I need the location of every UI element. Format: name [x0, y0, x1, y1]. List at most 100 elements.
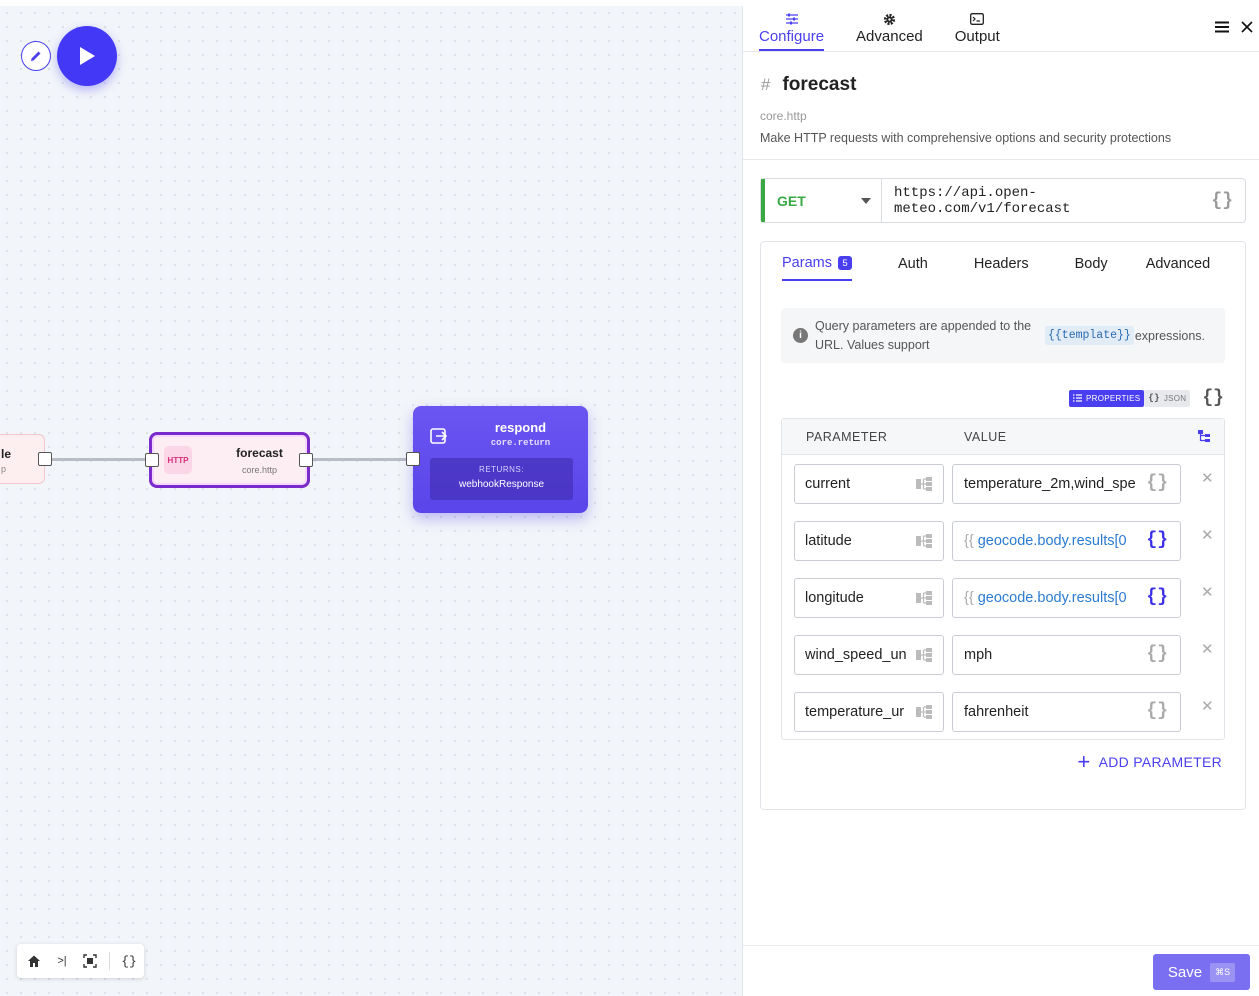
parameter-name-input[interactable]: latitude — [794, 521, 944, 561]
mode-label: PROPERTIES — [1086, 393, 1141, 403]
node-respond[interactable]: respond core.return RETURNS: webhookResp… — [413, 406, 588, 513]
tree-select-icon[interactable] — [916, 591, 932, 609]
parameter-name-input[interactable]: temperature_ur — [794, 692, 944, 732]
tree-select-icon[interactable] — [916, 648, 932, 666]
remove-parameter-icon[interactable]: ✕ — [1201, 697, 1214, 715]
parameter-value: fahrenheit — [964, 704, 1140, 720]
remove-parameter-icon[interactable]: ✕ — [1201, 640, 1214, 658]
tab-configure[interactable]: Configure — [759, 10, 825, 51]
save-button[interactable]: Save ⌘S — [1153, 954, 1250, 990]
http-badge: HTTP — [164, 446, 192, 474]
parameter-value: temperature_2m,wind_spe — [964, 476, 1140, 492]
tab-advanced-request[interactable]: Advanced — [1146, 255, 1211, 281]
node-forecast[interactable]: HTTP forecast core.http — [149, 432, 310, 488]
workflow-canvas[interactable]: le p HTTP forecast core.http respond cor… — [0, 6, 742, 996]
collapse-icon[interactable]: >| — [53, 952, 71, 970]
braces-icon[interactable]: {} — [1202, 388, 1224, 408]
params-table: PARAMETER VALUE current temperature_2m,wi… — [781, 418, 1225, 740]
parameter-value-input[interactable]: temperature_2m,wind_spe {} — [952, 464, 1181, 504]
braces-icon: {} — [1148, 393, 1160, 403]
edit-button[interactable] — [21, 41, 51, 71]
tree-select-icon[interactable] — [916, 705, 932, 723]
hash-icon: # — [761, 75, 771, 94]
info-text-suffix: expressions. — [1134, 328, 1206, 343]
panel-actions — [1215, 20, 1253, 38]
parameter-name-value: longitude — [805, 590, 864, 606]
braces-icon[interactable]: {} — [1146, 644, 1168, 664]
tree-icon[interactable] — [1198, 430, 1210, 445]
request-tabs: Params 5 Auth Headers Body Advanced — [782, 255, 1210, 281]
template-open: {{ — [964, 533, 974, 549]
template-code: {{template}} — [1045, 326, 1134, 345]
parameter-value-input[interactable]: {{ geocode.body.results[0 {} — [952, 521, 1181, 561]
add-parameter-label: ADD PARAMETER — [1098, 754, 1222, 770]
output-port[interactable] — [299, 453, 313, 467]
template-open: {{ — [964, 590, 974, 606]
fit-view-icon[interactable] — [81, 952, 99, 970]
table-row: temperature_ur fahrenheit {} ✕ — [782, 683, 1224, 740]
parameter-name-input[interactable]: longitude — [794, 578, 944, 618]
panel-tabs: Configure Advanced Output — [759, 10, 1000, 51]
parameter-name-input[interactable]: wind_speed_un — [794, 635, 944, 675]
braces-icon[interactable]: {} — [1211, 191, 1233, 211]
parameter-name-value: latitude — [805, 533, 852, 549]
properties-mode-button[interactable]: PROPERTIES — [1069, 389, 1145, 407]
menu-icon[interactable] — [1215, 20, 1229, 38]
tab-headers[interactable]: Headers — [974, 255, 1029, 281]
tab-label: Auth — [897, 256, 928, 272]
play-icon — [80, 47, 95, 65]
remove-parameter-icon[interactable]: ✕ — [1201, 583, 1214, 601]
edge-forecast-respond — [310, 458, 414, 461]
braces-icon[interactable]: {} — [120, 952, 138, 970]
info-callout: i Query parameters are appended to the U… — [781, 308, 1225, 363]
chevron-down-icon — [861, 197, 871, 204]
info-icon: i — [793, 328, 808, 343]
json-mode-button[interactable]: {} JSON — [1144, 389, 1191, 407]
parameter-value-input[interactable]: fahrenheit {} — [952, 692, 1181, 732]
remove-parameter-icon[interactable]: ✕ — [1201, 469, 1214, 487]
tab-label: Configure — [759, 28, 825, 51]
braces-icon[interactable]: {} — [1146, 473, 1168, 493]
info-text: Query parameters are appended to the URL… — [815, 318, 1032, 352]
tab-advanced[interactable]: Advanced — [856, 10, 923, 51]
parameter-value-input[interactable]: mph {} — [952, 635, 1181, 675]
sliders-icon — [785, 10, 799, 28]
column-header-parameter: PARAMETER — [806, 429, 888, 444]
exit-icon — [430, 428, 448, 444]
request-url-bar: GET https://api.open-meteo.com/v1/foreca… — [760, 178, 1246, 223]
node-subtitle: core.return — [490, 438, 551, 448]
home-icon[interactable] — [25, 952, 43, 970]
braces-icon[interactable]: {} — [1146, 530, 1168, 550]
output-port[interactable] — [38, 452, 52, 466]
tab-body[interactable]: Body — [1075, 255, 1108, 281]
braces-icon[interactable]: {} — [1146, 587, 1168, 607]
parameter-value: {{ geocode.body.results[0 — [964, 533, 1140, 549]
parameter-name-value: current — [805, 476, 851, 492]
tab-auth[interactable]: Auth — [898, 255, 928, 281]
input-port[interactable] — [406, 452, 420, 466]
add-parameter-button[interactable]: + ADD PARAMETER — [1077, 751, 1222, 773]
tab-output[interactable]: Output — [955, 10, 1000, 51]
tab-label: Advanced — [856, 28, 923, 45]
node-name[interactable]: forecast — [782, 74, 856, 96]
parameter-value-input[interactable]: {{ geocode.body.results[0 {} — [952, 578, 1181, 618]
close-icon[interactable] — [1241, 20, 1253, 38]
url-input[interactable]: https://api.open-meteo.com/v1/forecast {… — [882, 179, 1245, 222]
gear-icon — [883, 10, 896, 28]
method-select[interactable]: GET — [761, 179, 882, 222]
node-title: le — [1, 447, 12, 461]
parameter-value: {{ geocode.body.results[0 — [964, 590, 1140, 606]
edge-prev-forecast — [45, 458, 150, 461]
run-button[interactable] — [57, 26, 117, 86]
input-port[interactable] — [145, 453, 159, 467]
tab-params[interactable]: Params 5 — [782, 255, 852, 281]
parameter-value-text: geocode.body.results[0 — [977, 590, 1127, 606]
table-row: wind_speed_un mph {} ✕ — [782, 626, 1224, 683]
parameter-name-input[interactable]: current — [794, 464, 944, 504]
tree-select-icon[interactable] — [916, 477, 932, 495]
tree-select-icon[interactable] — [916, 534, 932, 552]
table-row: latitude {{ geocode.body.results[0 {} ✕ — [782, 512, 1224, 569]
parameter-value-text: geocode.body.results[0 — [977, 533, 1127, 549]
remove-parameter-icon[interactable]: ✕ — [1201, 526, 1214, 544]
braces-icon[interactable]: {} — [1146, 701, 1168, 721]
